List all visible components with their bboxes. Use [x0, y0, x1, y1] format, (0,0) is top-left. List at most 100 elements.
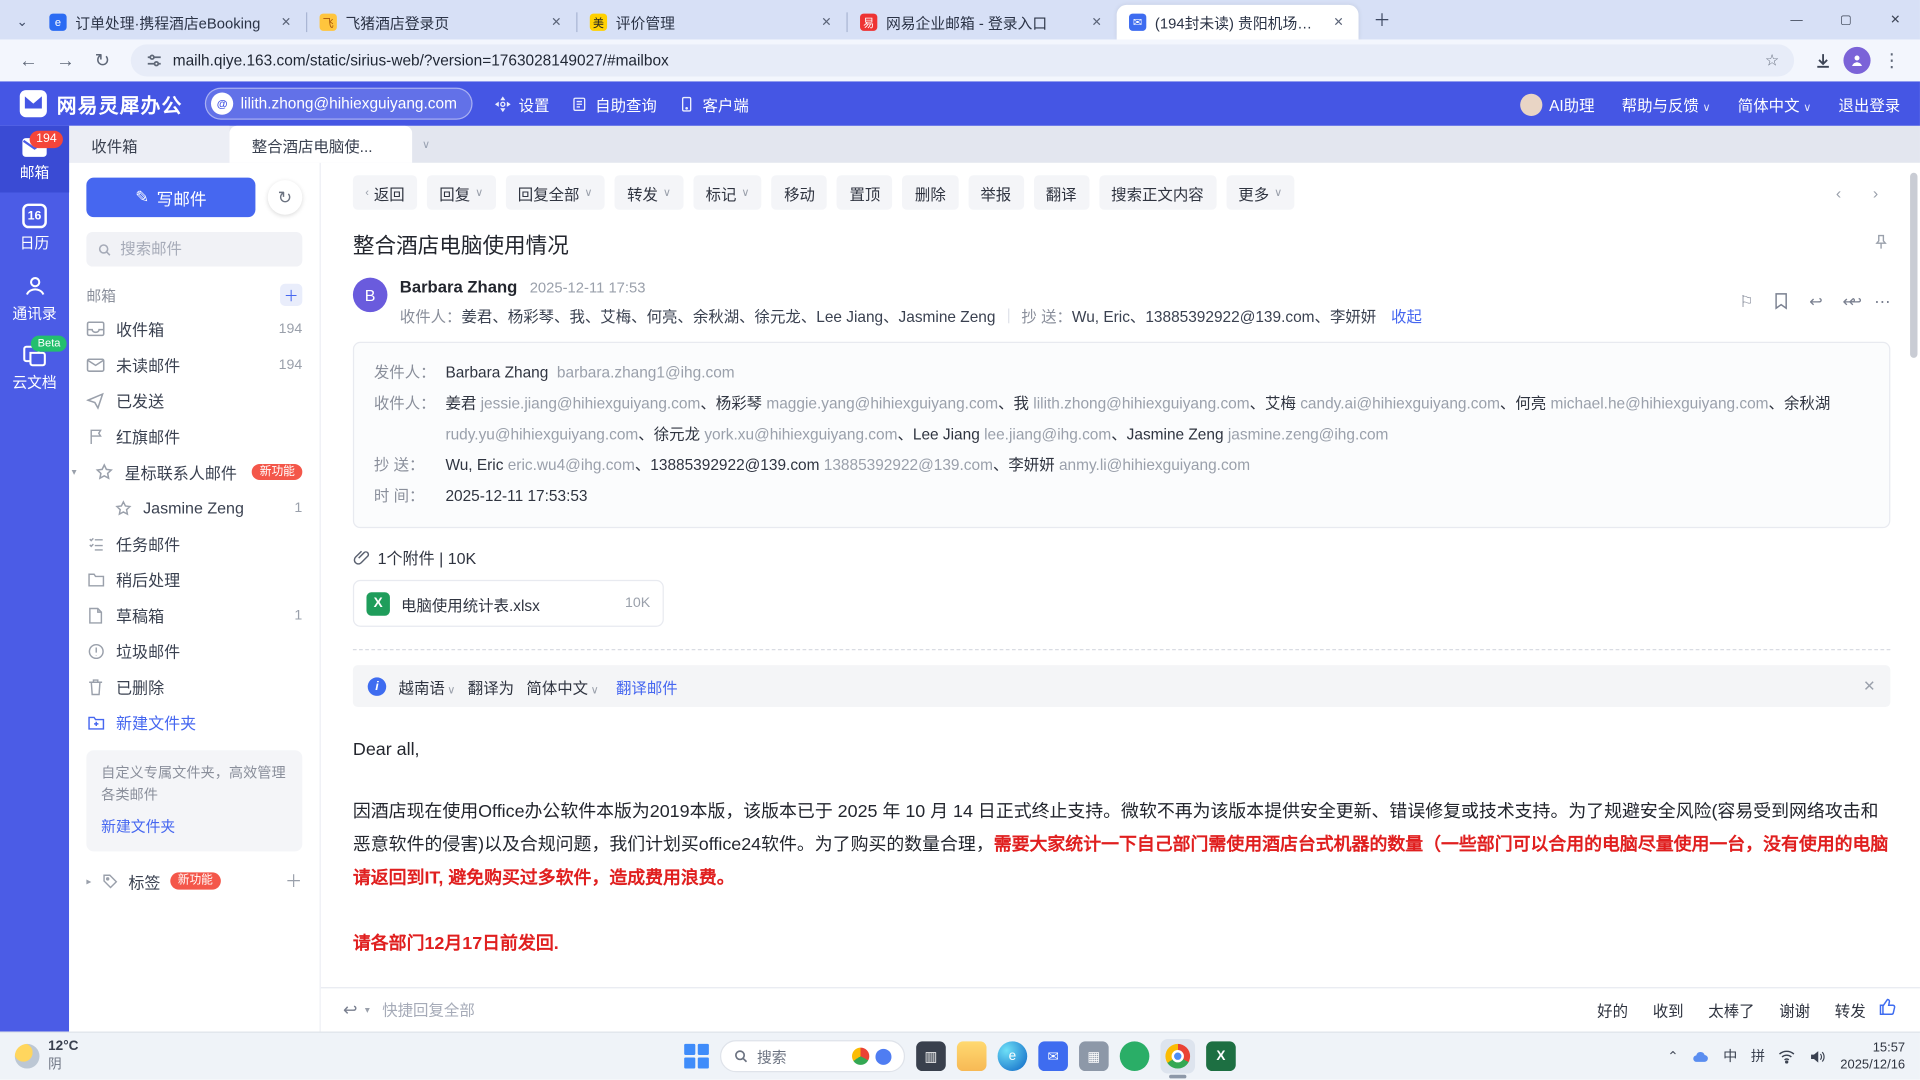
bookmark-icon[interactable] — [1773, 292, 1789, 313]
refresh-button[interactable]: ↻ — [267, 180, 303, 215]
mail-search-box[interactable] — [86, 231, 303, 267]
forward-icon[interactable]: → — [49, 44, 81, 76]
recipient[interactable]: 何亮 michael.he@hihiexguiyang.com、 — [1515, 395, 1784, 412]
move-button[interactable]: 移动 — [771, 175, 828, 210]
mail-search-input[interactable] — [120, 240, 292, 258]
rail-item-mail[interactable]: 194 邮箱 — [0, 125, 70, 193]
sidebar-folder-later[interactable]: 稍后处理 — [86, 561, 302, 597]
back-icon[interactable]: ← — [12, 44, 44, 76]
sidebar-folder-flagged[interactable]: 红旗邮件 — [86, 418, 302, 454]
rail-item-contacts[interactable]: 通讯录 — [0, 263, 69, 333]
onedrive-icon[interactable] — [1692, 1049, 1709, 1063]
site-info-icon[interactable] — [146, 52, 163, 69]
pin-top-button[interactable]: 置顶 — [837, 175, 893, 210]
add-tag-icon[interactable]: ＋ — [285, 869, 302, 894]
more-button[interactable]: 更多 ∨ — [1225, 175, 1295, 210]
ime-language-indicator[interactable]: 中 — [1723, 1046, 1737, 1066]
reload-icon[interactable]: ↻ — [86, 44, 118, 76]
minimize-button[interactable]: — — [1772, 0, 1821, 39]
browser-tab-ebooking[interactable]: e 订单处理·携程酒店eBooking ✕ — [37, 5, 306, 40]
sidebar-folder-jasmine[interactable]: Jasmine Zeng 1 — [86, 490, 302, 526]
mark-button[interactable]: 标记 ∨ — [693, 175, 762, 210]
mail-tab-inbox[interactable]: 收件箱 — [69, 125, 230, 163]
next-mail-icon[interactable]: › — [1860, 177, 1891, 208]
promo-new-folder-link[interactable]: 新建文件夹 — [101, 815, 175, 839]
address-bar[interactable]: mailh.qiye.163.com/static/sirius-web/?ve… — [130, 44, 1795, 77]
translate-mail-link[interactable]: 翻译邮件 — [616, 674, 678, 697]
recipient[interactable]: 李妍妍 anmy.li@hihiexguiyang.com、 — [1008, 457, 1250, 474]
sidebar-folder-starred-contacts[interactable]: ▾ 星标联系人邮件 新功能 — [72, 454, 303, 490]
chevron-down-icon[interactable]: ∨ — [422, 138, 430, 152]
more-actions-icon[interactable]: ⋯ — [1874, 292, 1890, 312]
recipient[interactable]: 徐元龙 york.xu@hihiexguiyang.com、 — [654, 426, 913, 443]
search-body-button[interactable]: 搜索正文内容 — [1098, 175, 1217, 210]
rail-item-clouddoc[interactable]: Beta 云文档 — [0, 333, 69, 402]
bookmark-star-icon[interactable]: ☆ — [1765, 51, 1779, 71]
browser-tab-mailbox-active[interactable]: ✉ (194封未读) 贵阳机场假日酒... ✕ — [1116, 4, 1359, 40]
to-summary[interactable]: 姜君、杨彩琴、我、艾梅、何亮、余秋湖、徐元龙、Lee Jiang、Jasmine… — [461, 304, 995, 327]
browser-tab-netease-login[interactable]: 易 网易企业邮箱 - 登录入口 ✕ — [848, 5, 1117, 40]
quick-reply-action[interactable]: 转发 — [1835, 998, 1866, 1021]
reply-icon[interactable]: ↩ — [1809, 292, 1822, 312]
collapsed-caret-icon[interactable]: ▸ — [86, 876, 91, 887]
sidebar-folder-tasks[interactable]: 任务邮件 — [86, 526, 302, 562]
quick-reply-action[interactable]: 谢谢 — [1779, 998, 1810, 1021]
sidebar-folder-trash[interactable]: 已删除 — [86, 669, 302, 705]
delete-button[interactable]: 删除 — [902, 175, 959, 210]
start-button[interactable] — [684, 1043, 709, 1069]
from-name[interactable]: Barbara Zhang — [445, 364, 548, 381]
taskbar-clock[interactable]: 15:57 2025/12/16 — [1840, 1039, 1905, 1074]
sidebar-folder-inbox[interactable]: 收件箱 194 — [86, 311, 302, 347]
quick-reply-action[interactable]: 好的 — [1597, 998, 1628, 1021]
tab-close-icon[interactable]: ✕ — [276, 13, 296, 32]
rail-item-calendar[interactable]: 16 日历 — [0, 192, 69, 262]
recipient[interactable]: Lee Jiang lee.jiang@ihg.com、 — [913, 426, 1127, 443]
browser-tab-review[interactable]: 美 评价管理 ✕ — [577, 5, 846, 40]
pin-icon[interactable] — [1872, 233, 1891, 258]
scrollbar[interactable] — [1910, 172, 1918, 358]
logout-button[interactable]: 退出登录 — [1838, 92, 1900, 115]
recipient[interactable]: 姜君 jessie.jiang@hihiexguiyang.com、 — [445, 395, 715, 412]
tab-close-icon[interactable]: ✕ — [1087, 13, 1107, 32]
downloads-icon[interactable] — [1806, 44, 1838, 76]
browser-menu-icon[interactable]: ⋮ — [1876, 44, 1908, 76]
from-email[interactable]: barbara.zhang1@ihg.com — [557, 364, 735, 381]
quick-reply-action[interactable]: 太棒了 — [1708, 998, 1754, 1021]
sidebar-tags-row[interactable]: ▸ 标签 新功能 ＋ — [86, 869, 302, 894]
tab-close-icon[interactable]: ✕ — [1328, 13, 1348, 32]
network-icon[interactable] — [1779, 1049, 1796, 1064]
client-button[interactable]: 客户端 — [679, 92, 749, 115]
quick-reply-action[interactable]: 收到 — [1653, 998, 1684, 1021]
close-icon[interactable]: ✕ — [1863, 677, 1875, 694]
tab-close-icon[interactable]: ✕ — [546, 13, 566, 32]
sidebar-folder-unread[interactable]: 未读邮件 194 — [86, 347, 302, 383]
ai-assistant-button[interactable]: AI助理 — [1520, 92, 1595, 116]
add-folder-icon[interactable]: ＋ — [280, 283, 303, 307]
reply-all-icon[interactable]: ↩↩ — [1842, 292, 1861, 312]
flag-icon[interactable]: ⚐ — [1739, 292, 1753, 312]
sidebar-folder-drafts[interactable]: 草稿箱 1 — [86, 597, 302, 633]
quick-reply-input[interactable] — [382, 1001, 1585, 1019]
recipient[interactable]: 我 lilith.zhong@hihiexguiyang.com、 — [1014, 395, 1265, 412]
help-menu[interactable]: 帮助与反馈 ∨ — [1622, 92, 1711, 115]
tab-search-icon[interactable]: ⌄ — [7, 6, 37, 36]
self-service-button[interactable]: 自助查询 — [572, 92, 657, 115]
reply-all-button[interactable]: 回复全部 ∨ — [505, 175, 605, 210]
report-button[interactable]: 举报 — [967, 175, 1024, 210]
recipient[interactable]: Wu, Eric eric.wu4@ihg.com、 — [445, 457, 650, 474]
source-language-select[interactable]: 越南语 ∨ — [399, 674, 456, 697]
edge-icon[interactable]: e — [997, 1041, 1028, 1072]
translate-button[interactable]: 翻译 — [1033, 175, 1089, 210]
thumbs-up-icon[interactable] — [1878, 997, 1898, 1023]
wechat-icon[interactable] — [1119, 1041, 1150, 1072]
prev-mail-icon[interactable]: ‹ — [1823, 177, 1854, 208]
chrome-icon-active[interactable] — [1160, 1038, 1196, 1079]
volume-icon[interactable] — [1809, 1048, 1826, 1064]
browser-profile-avatar[interactable] — [1843, 46, 1871, 75]
recipient[interactable]: 13885392922@139.com 13885392922@139.com、 — [650, 457, 1008, 474]
tab-close-icon[interactable]: ✕ — [816, 13, 836, 32]
expand-caret-icon[interactable]: ▾ — [72, 466, 84, 477]
ime-mode-indicator[interactable]: 拼 — [1751, 1046, 1765, 1066]
taskbar-weather[interactable]: 12°C 阴 — [14, 1039, 78, 1074]
file-explorer-icon[interactable] — [956, 1041, 987, 1072]
